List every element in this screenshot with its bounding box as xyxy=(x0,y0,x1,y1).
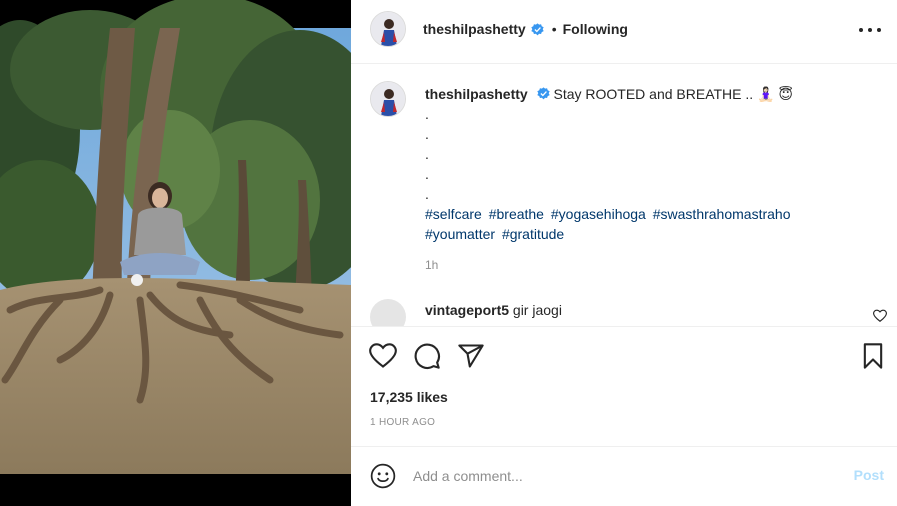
hashtag-link[interactable]: #swasthrahomastraho xyxy=(653,206,791,222)
caption-text: theshilpashetty Stay ROOTED and BREATHE … xyxy=(425,84,875,244)
following-button[interactable]: Following xyxy=(563,21,628,37)
caption-username[interactable]: theshilpashetty xyxy=(425,86,528,102)
share-icon[interactable] xyxy=(457,342,485,370)
caption-dot-line: . xyxy=(425,126,429,142)
likes-count[interactable]: 17,235 likes xyxy=(370,389,448,405)
comment-like-heart-icon[interactable] xyxy=(873,309,887,323)
caption-dot-line: . xyxy=(425,186,429,202)
comment-icon[interactable] xyxy=(413,342,441,370)
caption-dot-line: . xyxy=(425,166,429,182)
more-options-icon[interactable] xyxy=(859,20,881,40)
post-timestamp[interactable]: 1 HOUR AGO xyxy=(370,417,435,428)
commenter-avatar[interactable] xyxy=(370,299,406,326)
hashtag-link[interactable]: #selfcare xyxy=(425,206,482,222)
post-comment-button[interactable]: Post xyxy=(854,467,884,483)
author-username[interactable]: theshilpashetty xyxy=(423,21,526,37)
post-media[interactable] xyxy=(0,0,351,506)
commenter-username[interactable]: vintageport5 xyxy=(425,302,509,318)
like-heart-icon[interactable] xyxy=(369,342,397,370)
hashtag-link[interactable]: #gratitude xyxy=(502,226,564,242)
emoji-icon[interactable] xyxy=(370,463,396,489)
save-bookmark-icon[interactable] xyxy=(859,342,887,370)
hashtag-link[interactable]: #breathe xyxy=(489,206,544,222)
comment-input[interactable] xyxy=(413,463,813,489)
comments-section: theshilpashetty Stay ROOTED and BREATHE … xyxy=(351,64,897,327)
hashtag-link[interactable]: #youmatter xyxy=(425,226,495,242)
comment-text: vintageport5 gir jaogi xyxy=(425,302,562,318)
caption-dot-line: . xyxy=(425,146,429,162)
comment-body: gir jaogi xyxy=(512,302,562,318)
caption-dot-line: . xyxy=(425,106,429,122)
verified-badge-icon xyxy=(536,87,550,100)
caption-body: Stay ROOTED and BREATHE .. 🧘🏻‍♀️ 😇 xyxy=(553,86,793,102)
verified-badge-icon xyxy=(531,22,544,35)
author-avatar[interactable] xyxy=(370,11,406,47)
action-bar xyxy=(351,340,897,374)
add-comment-bar: Post xyxy=(351,446,897,506)
post-details-panel: theshilpashetty • Following theshilpashe… xyxy=(351,0,897,506)
caption-author-avatar[interactable] xyxy=(370,81,406,117)
caption-timestamp[interactable]: 1h xyxy=(425,258,438,272)
hashtag-link[interactable]: #yogasehihoga xyxy=(551,206,646,222)
post-photo xyxy=(0,0,351,506)
hashtag-list: #selfcare #breathe #yogasehihoga #swasth… xyxy=(425,204,875,244)
post-header: theshilpashetty • Following xyxy=(351,0,897,64)
header-separator: • xyxy=(551,21,557,37)
